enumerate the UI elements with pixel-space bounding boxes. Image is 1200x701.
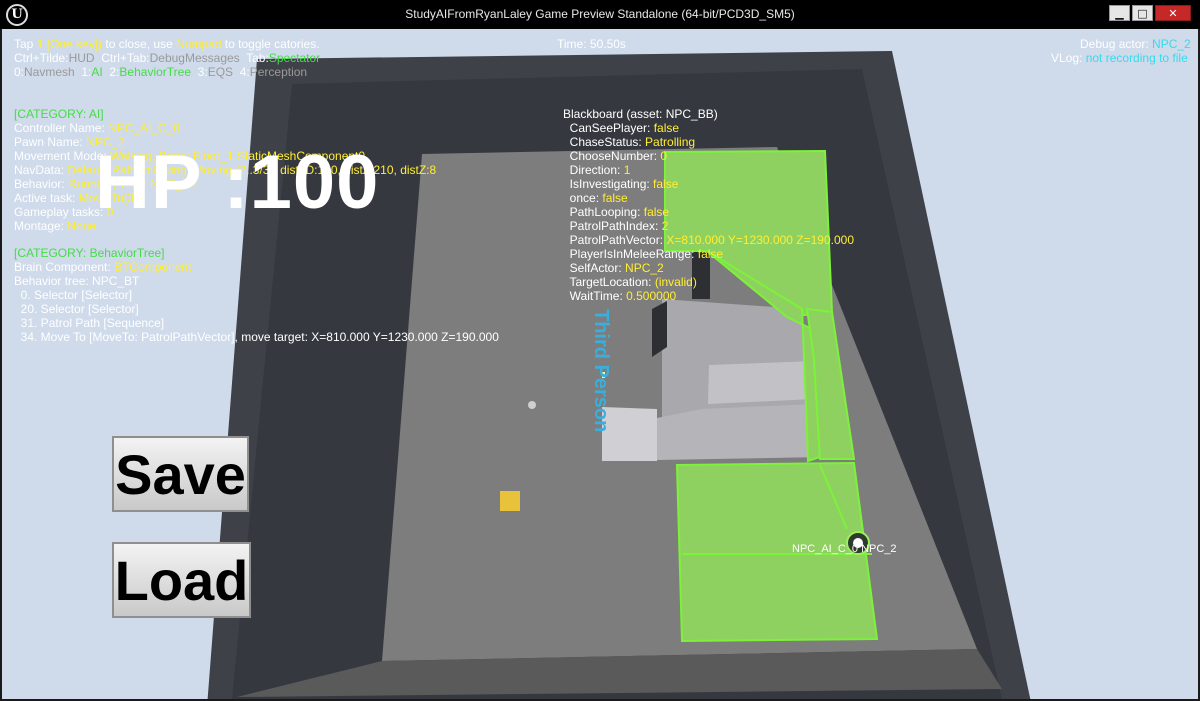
title-bar[interactable]: U StudyAIFromRyanLaley Game Preview Stan… xyxy=(0,0,1200,29)
hp-display: HP :100 xyxy=(95,140,380,225)
game-window: U StudyAIFromRyanLaley Game Preview Stan… xyxy=(0,0,1200,701)
hud-debug-actor: Debug actor: NPC_2 xyxy=(1080,37,1191,51)
close-button[interactable]: ✕ xyxy=(1155,5,1191,21)
minimize-button[interactable]: ▁ xyxy=(1109,5,1130,21)
hud-shortcuts-line: Ctrl+Tilde:HUD Ctrl+Tab:DebugMessages Ta… xyxy=(14,51,321,65)
save-button[interactable]: Save xyxy=(112,436,249,512)
game-viewport[interactable]: Tap 1 [One key]) to close, use Numpad to… xyxy=(2,29,1198,699)
third-person-label: Third Person xyxy=(590,309,612,433)
player-marker xyxy=(528,401,536,409)
window-title: StudyAIFromRyanLaley Game Preview Standa… xyxy=(405,7,795,21)
hud-categories-line: 0:Navmesh 1:AI 2:BehaviorTree 3:EQS 4:Pe… xyxy=(14,65,308,79)
blackboard-panel: Blackboard (asset: NPC_BB) CanSeePlayer:… xyxy=(563,107,855,303)
load-button[interactable]: Load xyxy=(112,542,251,618)
ramp-mid xyxy=(708,361,814,404)
npc-name-label: NPC_AI_C_0 NPC_2 xyxy=(792,543,897,555)
bt-category: [CATEGORY: BehaviorTree] Brain Component… xyxy=(14,246,499,344)
hud-tap-line: Tap 1 [One key]) to close, use Numpad to… xyxy=(14,37,320,51)
hud-time: Time: 50.50s xyxy=(557,37,626,51)
pickup-box xyxy=(500,491,520,511)
maximize-button[interactable]: □ xyxy=(1132,5,1153,21)
hud-vlog: VLog: not recording to file xyxy=(1051,51,1188,65)
